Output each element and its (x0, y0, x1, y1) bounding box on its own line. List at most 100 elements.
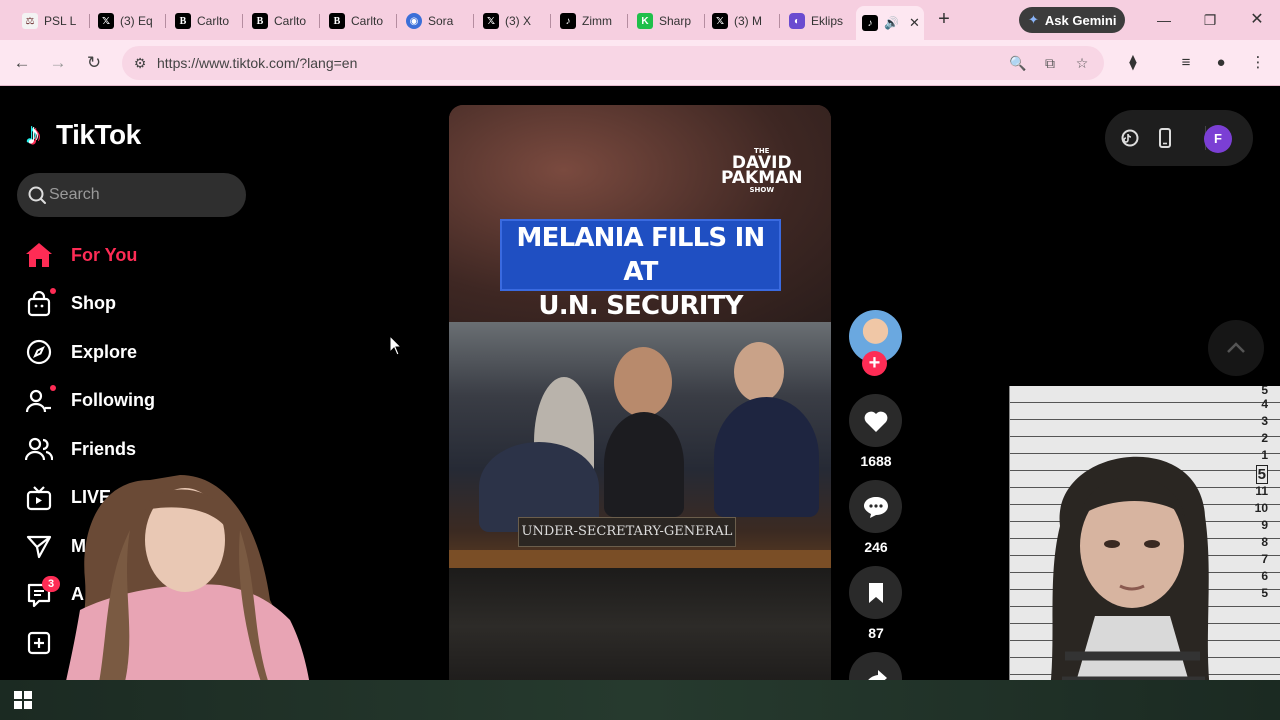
comment-count: 246 (864, 539, 888, 555)
b-logo-icon: B (329, 13, 345, 29)
like-count: 1688 (860, 453, 892, 469)
nav-item-friends[interactable]: Friends (24, 425, 254, 474)
home-icon (24, 240, 54, 270)
url-text[interactable]: https://www.tiktok.com/?lang=en (157, 55, 357, 71)
follow-button[interactable]: + (862, 351, 887, 376)
new-tab-button[interactable]: + (934, 9, 954, 30)
following-user-icon (24, 384, 56, 416)
tiktok-icon: ♪ (862, 15, 878, 31)
browser-tab[interactable]: B Carlto (323, 8, 397, 34)
paper-plane-icon (24, 531, 54, 561)
comment-bubble-icon (863, 496, 888, 518)
browser-tab-strip: ⚖ PSL L 𝕏 (3) Eq B Carlto B Carlto B Car… (0, 0, 1280, 40)
browser-tab[interactable]: K Sharp (631, 8, 705, 34)
like-button[interactable] (849, 394, 902, 447)
forward-button[interactable]: → (48, 53, 68, 73)
scales-icon: ⚖ (22, 13, 38, 29)
browser-tab[interactable]: B Carlto (246, 8, 320, 34)
browser-tab[interactable]: ◐ Eklips (783, 8, 857, 34)
restore-button[interactable]: ❐ (1200, 10, 1220, 30)
tiktok-icon: ♪ (560, 13, 576, 29)
browser-tab[interactable]: ◉ Sora (400, 8, 474, 34)
tiktok-note-icon: ♪ (26, 118, 41, 151)
b-logo-icon: B (252, 13, 268, 29)
reload-button[interactable]: ↻ (84, 53, 104, 73)
share-button[interactable] (849, 652, 902, 680)
speaker-icon[interactable]: 🔊 (884, 16, 899, 30)
save-button[interactable] (849, 566, 902, 619)
height-mark: 5 (1261, 386, 1268, 397)
browser-menu-icon[interactable]: ⋮ (1248, 53, 1268, 73)
person-figure (604, 412, 684, 517)
profile-avatar-icon[interactable]: ● (1211, 53, 1231, 73)
bookmark-icon (868, 582, 883, 603)
nav-item-following[interactable]: Following (24, 377, 254, 426)
friends-icon (24, 434, 54, 464)
bookmark-star-icon[interactable]: ☆ (1072, 53, 1092, 73)
browser-tab[interactable]: 𝕏 (3) M (706, 8, 780, 34)
browser-toolbar: ← → ↻ ⚙ https://www.tiktok.com/?lang=en … (0, 40, 1280, 86)
comment-button[interactable] (849, 480, 902, 533)
height-mark: 5 (1255, 465, 1268, 484)
video-player[interactable]: THE DAVID PAKMAN SHOW MELANIA FILLS IN A… (449, 105, 831, 680)
person-figure (714, 397, 819, 517)
height-mark: 6 (1261, 569, 1268, 583)
shop-bag-icon (24, 287, 56, 319)
share-arrow-icon (867, 669, 887, 680)
browser-tab[interactable]: ♪ Zimm (554, 8, 628, 34)
heart-icon (864, 411, 887, 432)
address-bar[interactable]: ⚙ https://www.tiktok.com/?lang=en 🔍 ⧉ ☆ (122, 46, 1104, 80)
height-mark: 1 (1261, 448, 1268, 462)
browser-tab-active[interactable]: ♪ 🔊 ✕ (856, 6, 924, 40)
windows-start-icon[interactable] (14, 691, 32, 709)
media-controls-icon[interactable]: ≡ (1176, 53, 1196, 73)
coins-icon[interactable] (1120, 128, 1140, 148)
height-mark: 2 (1261, 431, 1268, 445)
back-button[interactable]: ← (12, 53, 32, 73)
close-window-button[interactable]: ✕ (1247, 10, 1267, 30)
get-app-icon[interactable] (1155, 128, 1175, 148)
person-figure (734, 342, 784, 402)
search-box[interactable] (17, 173, 246, 217)
browser-tab[interactable]: ⚖ PSL L (16, 8, 90, 34)
eklips-icon: ◐ (789, 13, 805, 29)
height-mark: 3 (1261, 414, 1268, 428)
mugshot-overlay: 5 4 3 2 1 5 11 10 9 8 7 6 5 (1009, 386, 1280, 720)
minimize-button[interactable]: — (1154, 10, 1174, 30)
compass-icon (24, 337, 54, 367)
profile-avatar[interactable]: F (1204, 125, 1232, 153)
video-scene: UNDER-SECRETARY-GENERAL (449, 322, 831, 568)
sora-icon: ◉ (406, 13, 422, 29)
install-app-icon[interactable]: ⧉ (1040, 53, 1060, 73)
top-right-toolbar: F (1105, 110, 1253, 166)
height-mark: 4 (1261, 397, 1268, 411)
browser-tab[interactable]: 𝕏 (3) X (477, 8, 551, 34)
notification-dot (50, 384, 56, 391)
search-input[interactable] (49, 173, 239, 217)
browser-tab[interactable]: 𝕏 (3) Eq (92, 8, 166, 34)
browser-tab[interactable]: B Carlto (169, 8, 243, 34)
zoom-icon[interactable]: 🔍 (1008, 53, 1028, 73)
desk (449, 550, 831, 568)
height-mark: 8 (1261, 535, 1268, 549)
height-mark: 10 (1254, 501, 1268, 515)
scroll-up-button[interactable] (1208, 320, 1264, 376)
notification-badge: 3 (42, 575, 60, 592)
notification-dot (50, 287, 56, 294)
search-icon (28, 186, 46, 204)
nav-item-for-you[interactable]: For You (24, 231, 254, 280)
ask-gemini-button[interactable]: ✦ Ask Gemini (1019, 7, 1125, 33)
x-logo-icon: 𝕏 (483, 13, 499, 29)
site-settings-icon[interactable]: ⚙ (130, 53, 150, 73)
close-tab-icon[interactable]: ✕ (909, 15, 920, 31)
x-logo-icon: 𝕏 (712, 13, 728, 29)
show-brand-logo: THE DAVID PAKMAN SHOW (721, 147, 803, 194)
save-count: 87 (868, 625, 884, 641)
height-mark: 7 (1261, 552, 1268, 566)
height-mark: 5 (1261, 586, 1268, 600)
tiktok-logo[interactable]: ♪ TikTok (26, 117, 141, 153)
nav-item-explore[interactable]: Explore (24, 328, 254, 377)
extensions-icon[interactable]: ⧫ (1123, 53, 1143, 73)
nav-item-shop[interactable]: Shop (24, 280, 254, 329)
windows-taskbar (0, 680, 1280, 720)
